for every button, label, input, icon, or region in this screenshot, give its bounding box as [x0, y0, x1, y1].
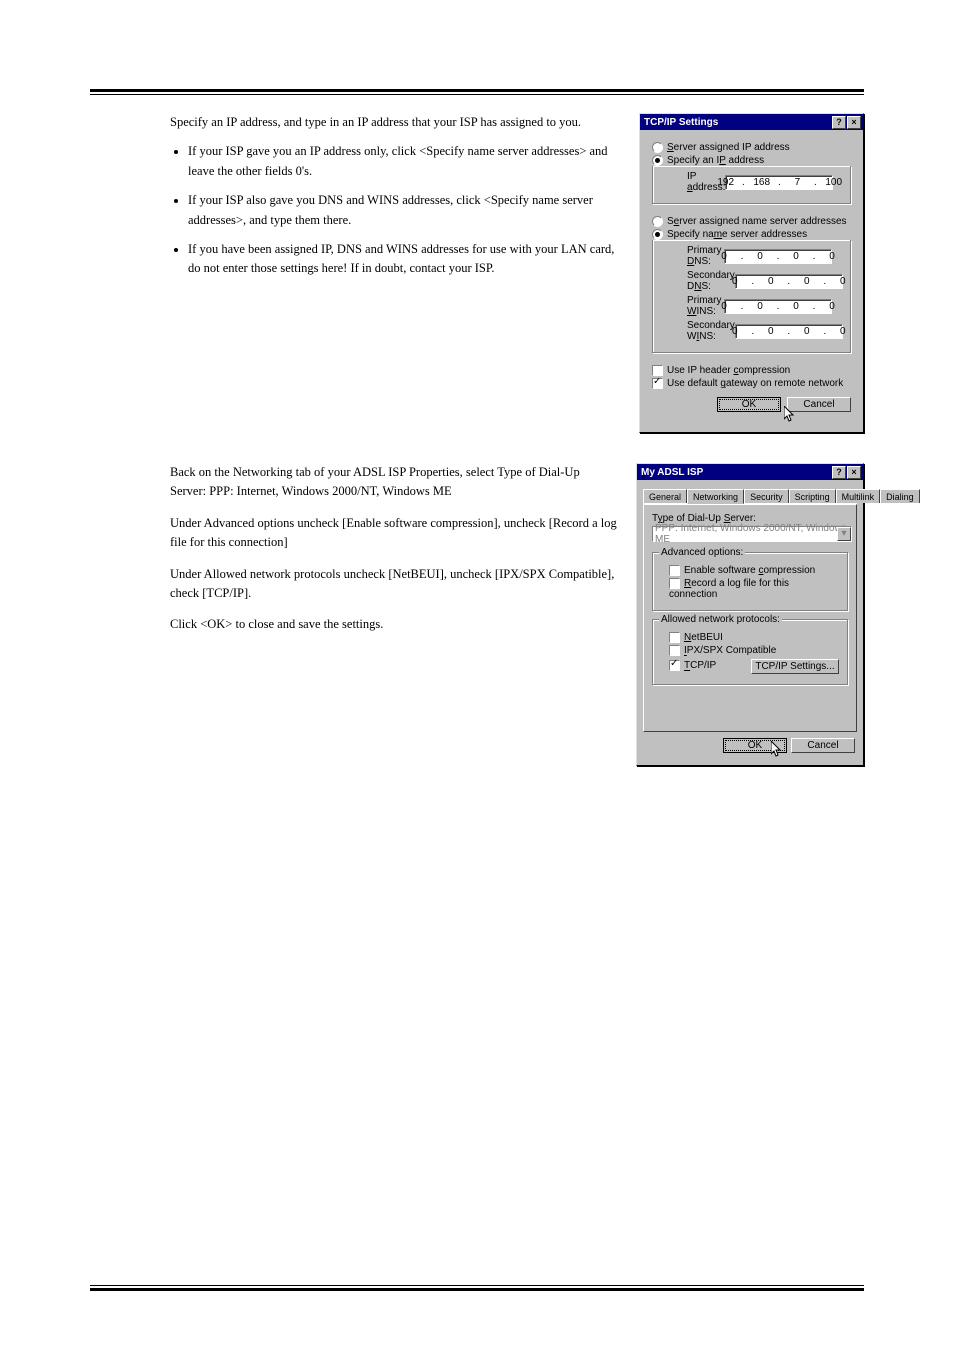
tcpip-settings-button[interactable]: TCP/IP Settings... [751, 659, 839, 674]
chevron-down-icon[interactable]: ▾ [837, 527, 851, 541]
radio-server-ip[interactable] [652, 142, 663, 153]
advanced-options-legend: Advanced options: [659, 547, 745, 558]
tab-multilink[interactable]: Multilink [836, 489, 881, 503]
tab-general[interactable]: General [643, 489, 687, 503]
para-advanced-options: Under Advanced options uncheck [Enable s… [170, 514, 618, 553]
ip-address-input[interactable]: 192. 168. 7. 100 [725, 175, 833, 190]
radio-specify-ns[interactable] [652, 229, 663, 240]
tab-security[interactable]: Security [744, 489, 789, 503]
chk-ip-compression-label: Use IP header compression [667, 365, 790, 376]
allowed-protocols-legend: Allowed network protocols: [659, 614, 782, 625]
tab-dialing[interactable]: Dialing [880, 489, 920, 503]
primary-wins-input[interactable]: 0.0.0.0 [724, 299, 832, 314]
chk-record-log-label: Record a log file for this connection [669, 578, 789, 600]
radio-specify-ip[interactable] [652, 155, 663, 166]
radio-specify-ns-label: Specify name server addresses [667, 229, 807, 240]
ok-button[interactable]: OK [723, 738, 787, 753]
help-icon[interactable]: ? [832, 116, 846, 129]
chk-record-log[interactable] [669, 578, 680, 589]
dialog-title: TCP/IP Settings [644, 117, 832, 128]
chk-ip-compression[interactable] [652, 365, 663, 376]
tab-strip: General Networking Security Scripting Mu… [643, 486, 857, 504]
tab-content: Type of Dial-Up Server: PPP: Internet, W… [643, 504, 857, 732]
chk-ipxspx-label: IPX/SPX Compatible [684, 646, 776, 657]
titlebar[interactable]: TCP/IP Settings ? × [640, 114, 863, 130]
radio-server-ns[interactable] [652, 216, 663, 227]
chk-tcpip-label: TCP/IP [684, 661, 716, 672]
radio-specify-ip-label: Specify an IP address [667, 155, 764, 166]
cancel-button[interactable]: Cancel [787, 397, 851, 412]
secondary-wins-input[interactable]: 0.0.0.0 [735, 324, 843, 339]
bottom-rule-thick [90, 1288, 864, 1291]
close-icon[interactable]: × [847, 116, 861, 129]
dialog-title: My ADSL ISP [641, 467, 832, 478]
adsl-isp-dialog: My ADSL ISP ? × General Networking Secur… [636, 463, 864, 766]
chk-default-gateway-label: Use default gateway on remote network [667, 378, 843, 389]
primary-dns-input[interactable]: 0.0.0.0 [724, 249, 832, 264]
chk-ipxspx[interactable] [669, 645, 680, 656]
top-rule-thin [90, 94, 864, 95]
titlebar[interactable]: My ADSL ISP ? × [637, 464, 863, 480]
dropdown-value: PPP: Internet, Windows 2000/NT, Windows … [655, 523, 851, 545]
para-allowed-protocols: Under Allowed network protocols uncheck … [170, 565, 618, 604]
tab-scripting[interactable]: Scripting [789, 489, 836, 503]
bottom-rule-thin [90, 1285, 864, 1286]
chk-software-compression-label: Enable software compression [684, 565, 815, 576]
close-icon[interactable]: × [847, 466, 861, 479]
top-rule-thick [90, 89, 864, 92]
radio-server-ns-label: Server assigned name server addresses [667, 216, 847, 227]
bullet-1: If your ISP gave you an IP address only,… [188, 142, 621, 181]
ok-button[interactable]: OK [717, 397, 781, 412]
type-dialup-dropdown[interactable]: PPP: Internet, Windows 2000/NT, Windows … [652, 526, 852, 542]
para-networking-tab: Back on the Networking tab of your ADSL … [170, 463, 618, 502]
para-click-ok: Click <OK> to close and save the setting… [170, 615, 618, 634]
chk-default-gateway[interactable] [652, 378, 663, 389]
bullet-3: If you have been assigned IP, DNS and WI… [188, 240, 621, 279]
radio-server-ip-label: Server assigned IP address [667, 142, 790, 153]
tcpip-settings-dialog: TCP/IP Settings ? × Server assigned IP a… [639, 113, 864, 433]
chk-software-compression[interactable] [669, 565, 680, 576]
chk-tcpip[interactable] [669, 660, 680, 671]
lead-paragraph: Specify an IP address, and type in an IP… [170, 113, 621, 132]
chk-netbeui-label: NetBEUI [684, 632, 723, 643]
secondary-dns-input[interactable]: 0.0.0.0 [735, 274, 843, 289]
chk-netbeui[interactable] [669, 632, 680, 643]
tab-networking[interactable]: Networking [687, 489, 744, 504]
cancel-button[interactable]: Cancel [791, 738, 855, 753]
help-icon[interactable]: ? [832, 466, 846, 479]
bullet-2: If your ISP also gave you DNS and WINS a… [188, 191, 621, 230]
